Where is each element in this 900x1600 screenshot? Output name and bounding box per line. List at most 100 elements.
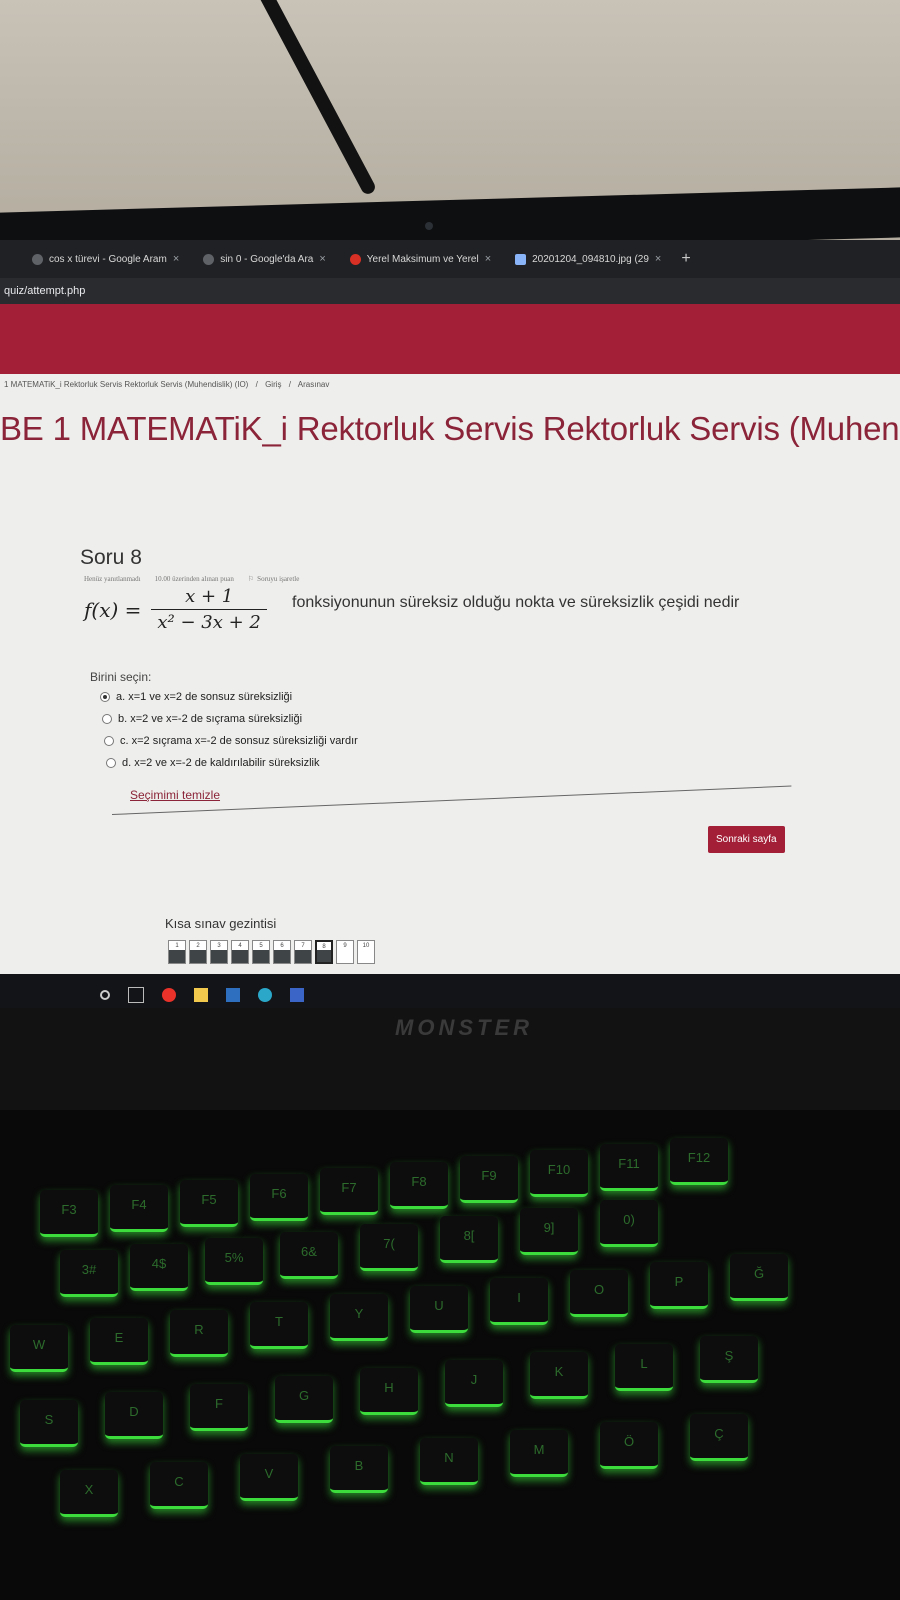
clear-choice-link[interactable]: Seçimimi temizle <box>130 788 220 802</box>
keyboard-key: 4$ <box>130 1244 188 1291</box>
quiz-navigation-title: Kısa sınav gezintisi <box>165 916 277 931</box>
tab-label: cos x türevi - Google Aram <box>49 253 167 265</box>
keyboard-key: I <box>490 1278 548 1325</box>
browser-tab[interactable]: Yerel Maksimum ve Yerel × <box>338 245 503 273</box>
keyboard-key: D <box>105 1392 163 1439</box>
breadcrumb-separator: / <box>255 380 258 389</box>
keyboard-key: E <box>90 1318 148 1365</box>
keyboard-key: 8[ <box>440 1216 498 1263</box>
keyboard-key: S <box>20 1400 78 1447</box>
site-header-bar <box>0 304 900 374</box>
tab-label: sin 0 - Google'da Ara <box>220 253 314 265</box>
browser-tab[interactable]: cos x türevi - Google Aram × <box>20 245 191 273</box>
quiz-nav-button[interactable]: 3 <box>210 940 228 964</box>
quiz-nav-button[interactable]: 10 <box>357 940 375 964</box>
keyboard-key: 0) <box>600 1200 658 1247</box>
close-tab-icon[interactable]: × <box>319 253 325 265</box>
answer-option[interactable]: d. x=2 ve x=-2 de kaldırılabilir süreksi… <box>106 752 358 774</box>
webcam <box>425 222 433 230</box>
breadcrumb-separator: / <box>288 380 291 389</box>
question-status: Henüz yanıtlanmadı <box>84 575 141 583</box>
answer-option[interactable]: b. x=2 ve x=-2 de sıçrama süreksizliği <box>102 708 358 730</box>
address-bar[interactable]: quiz/attempt.php <box>0 278 900 304</box>
radio-button[interactable] <box>102 714 112 724</box>
keyboard-key: H <box>360 1368 418 1415</box>
quiz-nav-button[interactable]: 2 <box>189 940 207 964</box>
answer-prompt: Birini seçin: <box>90 670 152 684</box>
new-tab-button[interactable]: + <box>673 250 698 268</box>
keyboard-key: T <box>250 1302 308 1349</box>
keyboard-key: F11 <box>600 1144 658 1191</box>
quiz-nav-button[interactable]: 6 <box>273 940 291 964</box>
quiz-nav-button[interactable]: 7 <box>294 940 312 964</box>
file-explorer-icon[interactable] <box>194 988 208 1002</box>
answer-label: d. x=2 ve x=-2 de kaldırılabilir süreksi… <box>122 757 320 769</box>
quiz-nav-button[interactable]: 1 <box>168 940 186 964</box>
keyboard-key: F4 <box>110 1185 168 1232</box>
edge-icon[interactable] <box>258 988 272 1002</box>
quiz-nav-button[interactable]: 5 <box>252 940 270 964</box>
keyboard-key: M <box>510 1430 568 1477</box>
mail-icon[interactable] <box>226 988 240 1002</box>
close-tab-icon[interactable]: × <box>655 253 661 265</box>
keyboard-key: O <box>570 1270 628 1317</box>
tab-label: Yerel Maksimum ve Yerel <box>366 253 479 265</box>
radio-button-selected[interactable] <box>100 692 110 702</box>
radio-button[interactable] <box>106 758 116 768</box>
quiz-nav-button[interactable]: 9 <box>336 940 354 964</box>
keyboard-key: F5 <box>180 1180 238 1227</box>
task-view-icon[interactable] <box>128 987 144 1003</box>
close-tab-icon[interactable]: × <box>173 253 179 265</box>
start-icon[interactable] <box>100 990 110 1000</box>
formula-numerator: x + 1 <box>185 586 234 607</box>
breadcrumb-section[interactable]: Giriş <box>265 380 281 389</box>
google-icon <box>203 253 215 265</box>
question-points: 10.00 üzerinden alınan puan <box>154 575 234 583</box>
close-tab-icon[interactable]: × <box>485 253 491 265</box>
flag-question-link[interactable]: ⚐ Soruyu işaretle <box>248 575 299 583</box>
keyboard-key: F9 <box>460 1156 518 1203</box>
browser-tab[interactable]: 20201204_094810.jpg (29 × <box>503 245 673 273</box>
quiz-navigation: 1 2 3 4 5 6 7 8 9 10 <box>168 940 375 964</box>
keyboard-key: 6& <box>280 1232 338 1279</box>
question-text: fonksiyonunun süreksiz olduğu nokta ve s… <box>292 594 740 611</box>
formula-fraction: x + 1 x² − 3x + 2 <box>151 586 267 633</box>
keyboard-key: F12 <box>670 1138 728 1185</box>
keyboard-key: K <box>530 1352 588 1399</box>
keyboard-key: F8 <box>390 1162 448 1209</box>
keyboard-key: R <box>170 1310 228 1357</box>
answer-label: c. x=2 sıçrama x=-2 de sonsuz süreksizli… <box>120 735 358 747</box>
breadcrumb: 1 MATEMATiK_i Rektorluk Servis Rektorluk… <box>4 380 329 389</box>
radio-button[interactable] <box>104 736 114 746</box>
quiz-nav-button[interactable]: 4 <box>231 940 249 964</box>
answer-option[interactable]: c. x=2 sıçrama x=-2 de sonsuz süreksizli… <box>104 730 358 752</box>
keyboard-key: G <box>275 1376 333 1423</box>
quiz-nav-button-current[interactable]: 8 <box>315 940 333 964</box>
keyboard-key: N <box>420 1438 478 1485</box>
next-page-button[interactable]: Sonraki sayfa <box>708 826 785 853</box>
keyboard-deck: F3 F4 F5 F6 F7 F8 F9 F10 F11 F12 3# 4$ 5… <box>0 1110 900 1600</box>
keyboard-key: Y <box>330 1294 388 1341</box>
store-icon[interactable] <box>290 988 304 1002</box>
breadcrumb-quiz[interactable]: Arasınav <box>298 380 330 389</box>
opera-icon[interactable] <box>162 988 176 1002</box>
page-title: BE 1 MATEMATiK_i Rektorluk Servis Rektor… <box>0 410 900 447</box>
keyboard-key: 3# <box>60 1250 118 1297</box>
keyboard-key: V <box>240 1454 298 1501</box>
breadcrumb-course[interactable]: 1 MATEMATiK_i Rektorluk Servis Rektorluk… <box>4 380 248 389</box>
browser-tab[interactable]: sin 0 - Google'da Ara × <box>191 245 338 273</box>
browser-tab-bar: cos x türevi - Google Aram × sin 0 - Goo… <box>0 240 900 278</box>
question-formula: f(x) = x + 1 x² − 3x + 2 <box>84 586 267 633</box>
keyboard-key: B <box>330 1446 388 1493</box>
image-file-icon <box>515 253 527 265</box>
opera-icon <box>349 253 361 265</box>
question-number: Soru 8 <box>80 546 142 569</box>
quiz-page: 1 MATEMATiK_i Rektorluk Servis Rektorluk… <box>0 374 900 994</box>
keyboard-key: Ö <box>600 1422 658 1469</box>
keyboard-key: J <box>445 1360 503 1407</box>
answer-option[interactable]: a. x=1 ve x=2 de sonsuz süreksizliği <box>100 686 358 708</box>
keyboard-key: F7 <box>320 1168 378 1215</box>
url-text: quiz/attempt.php <box>4 285 86 297</box>
keyboard-key: 9] <box>520 1208 578 1255</box>
laptop-logo: MONSTER <box>395 1015 533 1040</box>
